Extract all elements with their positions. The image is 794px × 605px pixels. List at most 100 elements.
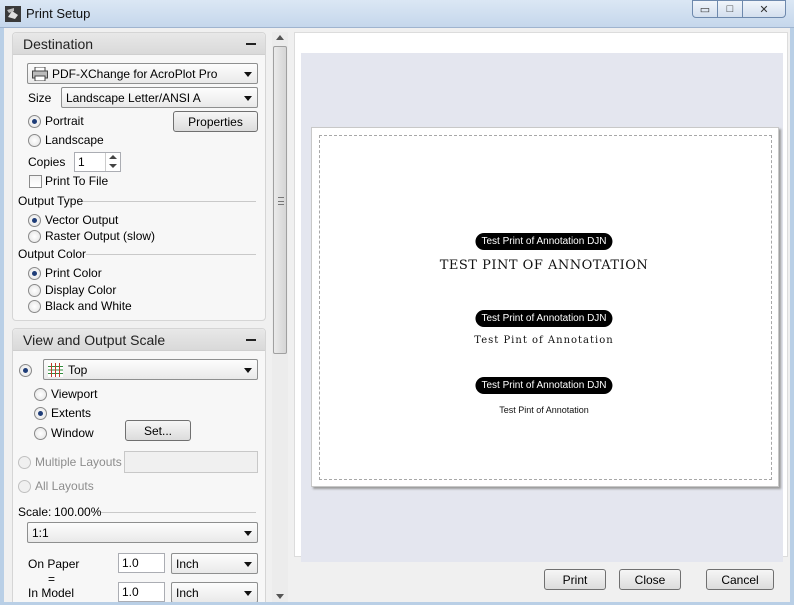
window-label: Window <box>51 426 94 440</box>
display-color-radio[interactable] <box>28 284 41 297</box>
paper-size-value: Landscape Letter/ANSI A <box>66 91 201 105</box>
minimize-button[interactable]: ▭ <box>692 0 718 18</box>
in-model-label: In Model <box>28 586 75 600</box>
window-controls: ▭ □ ✕ <box>692 0 786 18</box>
on-paper-unit-select[interactable]: Inch <box>171 553 258 574</box>
close-window-button[interactable]: ✕ <box>742 0 786 18</box>
title-bar: Print Setup ▭ □ ✕ <box>0 0 794 28</box>
view-scale-header[interactable]: View and Output Scale <box>13 329 265 351</box>
black-and-white-label: Black and White <box>45 299 132 313</box>
preview-background: Test Print of Annotation DJN TEST PINT O… <box>301 53 783 562</box>
annotation-text-1: TEST PINT OF ANNOTATION <box>439 258 649 273</box>
scroll-up-icon[interactable] <box>276 35 284 40</box>
vector-output-radio[interactable] <box>28 214 41 227</box>
chevron-down-icon <box>244 96 252 101</box>
output-type-label: Output Type <box>18 194 84 208</box>
multiple-layouts-input[interactable] <box>124 451 258 473</box>
printer-icon <box>32 67 48 81</box>
settings-scrollbar[interactable] <box>272 32 288 602</box>
multiple-layouts-radio[interactable] <box>18 456 31 469</box>
divider <box>101 512 256 513</box>
print-setup-icon <box>5 6 21 22</box>
cancel-label: Cancel <box>721 572 759 587</box>
copies-value: 1 <box>78 155 85 169</box>
close-label: Close <box>634 572 666 587</box>
copies-stepper[interactable] <box>105 153 120 171</box>
display-color-label: Display Color <box>45 283 117 297</box>
chevron-down-icon <box>244 368 252 373</box>
copies-input[interactable]: 1 <box>74 152 121 172</box>
printer-select[interactable]: PDF-XChange for AcroPlot Pro <box>27 63 258 84</box>
annotation-pill-1: Test Print of Annotation DJN <box>475 233 613 250</box>
preview-paper: Test Print of Annotation DJN TEST PINT O… <box>311 127 779 487</box>
portrait-radio[interactable] <box>28 115 41 128</box>
annotation-text-2: Test Pint of Annotation <box>474 335 614 346</box>
in-model-unit-select[interactable]: Inch <box>171 582 258 602</box>
print-to-file-checkbox[interactable] <box>29 175 42 188</box>
set-button[interactable]: Set... <box>125 420 191 441</box>
destination-title: Destination <box>23 36 94 52</box>
close-icon: ✕ <box>759 3 769 16</box>
black-and-white-radio[interactable] <box>28 300 41 313</box>
print-button[interactable]: Print <box>544 569 606 590</box>
collapse-icon[interactable] <box>246 43 256 45</box>
destination-header[interactable]: Destination <box>13 33 265 55</box>
close-button[interactable]: Close <box>619 569 681 590</box>
multiple-layouts-label: Multiple Layouts <box>35 455 122 469</box>
in-model-unit-value: Inch <box>176 586 199 600</box>
properties-button[interactable]: Properties <box>173 111 258 132</box>
view-radio[interactable] <box>19 364 32 377</box>
all-layouts-label: All Layouts <box>35 479 94 493</box>
annotation-pill-3: Test Print of Annotation DJN <box>475 377 613 394</box>
chevron-down-icon <box>244 562 252 567</box>
minimize-icon: ▭ <box>699 3 711 16</box>
landscape-label: Landscape <box>45 133 104 147</box>
extents-label: Extents <box>51 406 92 420</box>
destination-section: Destination PDF-XChange for AcroPlot Pro… <box>12 32 266 321</box>
cancel-button[interactable]: Cancel <box>706 569 774 590</box>
on-paper-unit-value: Inch <box>176 557 199 571</box>
view-scale-title: View and Output Scale <box>23 332 166 348</box>
viewport-radio[interactable] <box>34 388 47 401</box>
chevron-down-icon <box>244 531 252 536</box>
in-model-value: 1.0 <box>122 585 139 599</box>
print-color-label: Print Color <box>45 266 102 280</box>
scale-label: Scale: <box>18 505 52 519</box>
on-paper-input[interactable]: 1.0 <box>118 553 165 573</box>
scrollbar-thumb[interactable] <box>273 46 287 354</box>
viewport-label: Viewport <box>51 387 98 401</box>
equals-label: = <box>48 572 56 586</box>
chevron-down-icon <box>244 591 252 596</box>
all-layouts-radio[interactable] <box>18 480 31 493</box>
maximize-button[interactable]: □ <box>717 0 743 18</box>
view-select[interactable]: Top <box>43 359 258 380</box>
divider <box>86 254 256 255</box>
printer-value: PDF-XChange for AcroPlot Pro <box>52 67 218 81</box>
raster-output-label: Raster Output (slow) <box>45 229 156 243</box>
view-scale-section: View and Output Scale Top Viewport Exten… <box>12 328 266 602</box>
scale-ratio-value: 1:1 <box>32 526 49 540</box>
collapse-icon[interactable] <box>246 339 256 341</box>
annotation-pill-2: Test Print of Annotation DJN <box>475 310 613 327</box>
extents-radio[interactable] <box>34 407 47 420</box>
size-label: Size <box>28 91 52 105</box>
landscape-radio[interactable] <box>28 134 41 147</box>
properties-label: Properties <box>188 114 243 129</box>
chevron-down-icon <box>244 72 252 77</box>
raster-output-radio[interactable] <box>28 230 41 243</box>
scroll-down-icon[interactable] <box>276 594 284 599</box>
print-color-radio[interactable] <box>28 267 41 280</box>
copies-label: Copies <box>28 155 66 169</box>
scale-value: 100.00% <box>54 505 102 519</box>
printable-area: Test Print of Annotation DJN TEST PINT O… <box>319 135 772 480</box>
print-to-file-label: Print To File <box>45 174 109 188</box>
set-label: Set... <box>143 423 172 438</box>
window-radio[interactable] <box>34 427 47 440</box>
maximize-icon: □ <box>726 3 734 15</box>
vector-output-label: Vector Output <box>45 213 119 227</box>
view-value: Top <box>68 363 88 377</box>
in-model-input[interactable]: 1.0 <box>118 582 165 602</box>
paper-size-select[interactable]: Landscape Letter/ANSI A <box>61 87 258 108</box>
scale-ratio-select[interactable]: 1:1 <box>27 522 258 543</box>
print-preview: Test Print of Annotation DJN TEST PINT O… <box>294 32 788 562</box>
